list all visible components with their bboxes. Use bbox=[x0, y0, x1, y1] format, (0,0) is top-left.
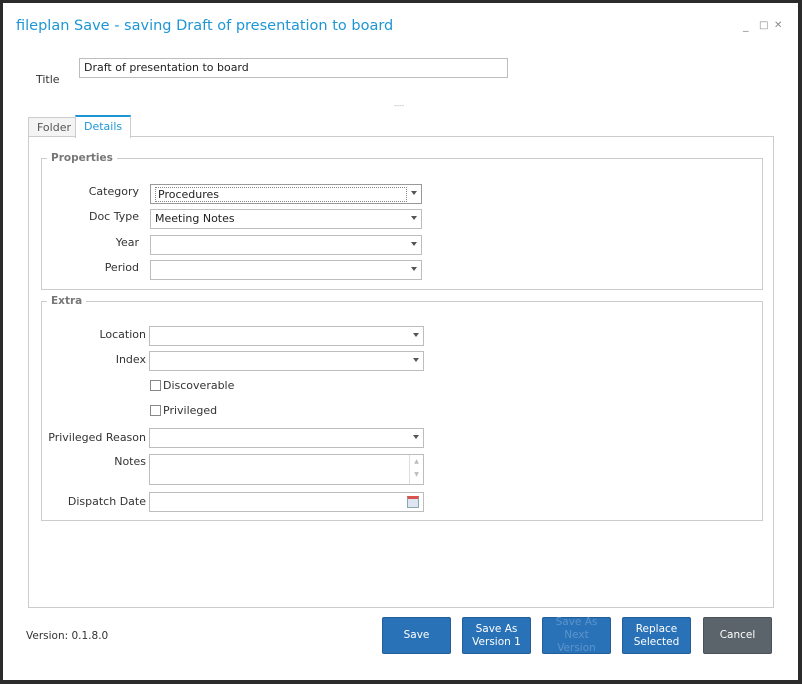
minimize-button[interactable]: _ bbox=[743, 19, 749, 32]
category-value: Procedures bbox=[155, 187, 407, 202]
dialog-window: fileplan Save - saving Draft of presenta… bbox=[3, 3, 798, 680]
chevron-down-icon bbox=[411, 242, 417, 246]
details-panel: Properties Category Procedures Doc Type … bbox=[28, 136, 774, 608]
chevron-down-icon bbox=[413, 358, 419, 362]
tab-folder[interactable]: Folder bbox=[28, 117, 80, 137]
year-combo[interactable] bbox=[150, 235, 422, 255]
notes-scrollbar[interactable]: ▲ ▼ bbox=[409, 455, 423, 484]
notes-label: Notes bbox=[114, 455, 146, 468]
calendar-icon[interactable] bbox=[407, 496, 419, 508]
chevron-down-icon bbox=[411, 216, 417, 220]
extra-legend: Extra bbox=[47, 295, 87, 307]
category-combo[interactable]: Procedures bbox=[150, 184, 422, 204]
save-button[interactable]: Save bbox=[382, 617, 451, 654]
chevron-down-icon bbox=[413, 435, 419, 439]
index-label: Index bbox=[115, 353, 146, 366]
cancel-button[interactable]: Cancel bbox=[703, 617, 772, 654]
dispatch-date-input[interactable] bbox=[149, 492, 424, 512]
category-label: Category bbox=[88, 185, 139, 198]
properties-legend: Properties bbox=[47, 152, 117, 164]
doc-type-value: Meeting Notes bbox=[155, 212, 235, 225]
privileged-checkbox[interactable] bbox=[150, 405, 161, 416]
period-label: Period bbox=[104, 261, 139, 274]
location-combo[interactable] bbox=[149, 326, 424, 346]
window-title: fileplan Save - saving Draft of presenta… bbox=[16, 18, 394, 34]
save-as-version-button[interactable]: Save As Version 1 bbox=[462, 617, 531, 654]
chevron-down-icon bbox=[411, 267, 417, 271]
extra-group: Extra Location Index Discoverable Privil… bbox=[41, 295, 763, 521]
location-label: Location bbox=[99, 328, 146, 341]
maximize-button[interactable]: □ bbox=[759, 20, 768, 31]
splitter-handle[interactable]: ---- bbox=[394, 102, 404, 110]
dispatch-date-label: Dispatch Date bbox=[67, 495, 146, 508]
year-label: Year bbox=[115, 236, 139, 249]
chevron-down-icon bbox=[413, 333, 419, 337]
privileged-reason-combo[interactable] bbox=[149, 428, 424, 448]
period-combo[interactable] bbox=[150, 260, 422, 280]
discoverable-label[interactable]: Discoverable bbox=[163, 379, 234, 392]
version-label: Version: 0.1.8.0 bbox=[26, 630, 109, 642]
doc-type-combo[interactable]: Meeting Notes bbox=[150, 209, 422, 229]
replace-selected-button[interactable]: Replace Selected bbox=[622, 617, 691, 654]
save-as-next-version-button: Save As Next Version bbox=[542, 616, 611, 654]
notes-textarea[interactable]: ▲ ▼ bbox=[149, 454, 424, 485]
tab-details[interactable]: Details bbox=[75, 115, 132, 138]
title-input[interactable]: Draft of presentation to board bbox=[79, 58, 508, 78]
title-label: Title bbox=[36, 73, 60, 86]
doc-type-label: Doc Type bbox=[88, 210, 139, 223]
privileged-reason-label: Privileged Reason bbox=[48, 431, 146, 444]
index-combo[interactable] bbox=[149, 351, 424, 371]
chevron-down-icon bbox=[411, 191, 417, 195]
discoverable-checkbox[interactable] bbox=[150, 380, 161, 391]
properties-group: Properties Category Procedures Doc Type … bbox=[41, 152, 763, 290]
privileged-label[interactable]: Privileged bbox=[163, 404, 217, 417]
close-button[interactable]: ✕ bbox=[774, 20, 782, 31]
